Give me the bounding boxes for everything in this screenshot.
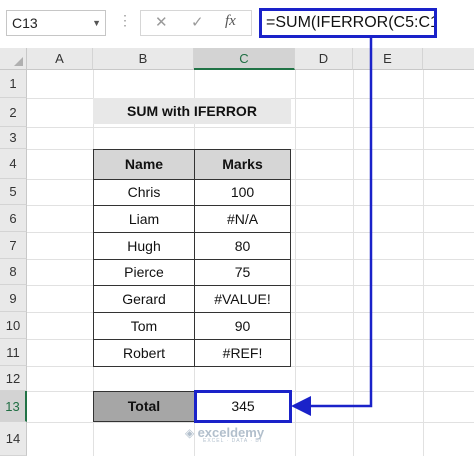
total-value-cell[interactable]: 345 xyxy=(194,390,292,423)
formula-text: =SUM(IFERROR(C5:C11,0)) xyxy=(266,14,437,31)
chevron-down-icon[interactable]: ▼ xyxy=(92,11,101,35)
table-cell-name[interactable]: Gerard xyxy=(93,285,195,313)
row-header-12[interactable]: 12 xyxy=(0,366,27,391)
column-header-a[interactable]: A xyxy=(27,48,93,70)
select-all-button[interactable] xyxy=(0,48,27,70)
name-box[interactable]: C13 ▼ xyxy=(6,10,106,36)
row-header-8[interactable]: 8 xyxy=(0,259,27,285)
table-cell-marks[interactable]: #N/A xyxy=(194,205,291,233)
total-label[interactable]: Total xyxy=(93,391,195,422)
row-header-6[interactable]: 6 xyxy=(0,205,27,232)
row-header-4[interactable]: 4 xyxy=(0,149,27,179)
table-cell-name[interactable]: Hugh xyxy=(93,232,195,260)
sheet-title[interactable]: SUM with IFERROR xyxy=(93,98,291,124)
table-cell-name[interactable]: Tom xyxy=(93,312,195,340)
row-header-11[interactable]: 11 xyxy=(0,339,27,366)
name-box-value: C13 xyxy=(12,15,38,31)
column-header-c[interactable]: C xyxy=(194,48,295,70)
table-cell-marks[interactable]: 100 xyxy=(194,179,291,206)
table-header-name[interactable]: Name xyxy=(93,149,195,180)
row-header-7[interactable]: 7 xyxy=(0,232,27,259)
table-cell-marks[interactable]: 90 xyxy=(194,312,291,340)
table-cell-marks[interactable]: 75 xyxy=(194,259,291,286)
watermark-logo: ◈ exceldemy EXCEL · DATA · BI xyxy=(185,425,264,444)
column-header-d[interactable]: D xyxy=(295,48,353,70)
row-header-14[interactable]: 14 xyxy=(0,422,27,456)
row-header-2[interactable]: 2 xyxy=(0,98,27,127)
table-cell-name[interactable]: Liam xyxy=(93,205,195,233)
formula-input[interactable]: =SUM(IFERROR(C5:C11,0)) xyxy=(259,8,437,38)
drag-handle-icon[interactable]: ⋮ xyxy=(118,12,132,29)
row-header-13[interactable]: 13 xyxy=(0,391,27,422)
watermark-tagline: EXCEL · DATA · BI xyxy=(203,438,263,444)
enter-check-icon[interactable]: ✓ xyxy=(191,13,204,31)
table-cell-marks[interactable]: #REF! xyxy=(194,339,291,367)
row-header-5[interactable]: 5 xyxy=(0,179,27,205)
row-header-9[interactable]: 9 xyxy=(0,285,27,312)
column-header-b[interactable]: B xyxy=(93,48,194,70)
insert-function-icon[interactable]: fx xyxy=(225,13,236,30)
table-header-marks[interactable]: Marks xyxy=(194,149,291,180)
formula-buttons: ✕ ✓ fx xyxy=(140,10,252,36)
formula-bar-area: C13 ▼ ⋮ ✕ ✓ fx =SUM(IFERROR(C5:C11,0)) xyxy=(0,0,474,48)
table-cell-name[interactable]: Robert xyxy=(93,339,195,367)
column-header-e[interactable]: E xyxy=(353,48,423,70)
table-cell-name[interactable]: Pierce xyxy=(93,259,195,286)
table-cell-marks[interactable]: #VALUE! xyxy=(194,285,291,313)
table-cell-marks[interactable]: 80 xyxy=(194,232,291,260)
row-header-1[interactable]: 1 xyxy=(0,70,27,98)
logo-icon: ◈ xyxy=(185,426,195,440)
cancel-icon[interactable]: ✕ xyxy=(155,13,168,31)
row-header-10[interactable]: 10 xyxy=(0,312,27,339)
column-header-f[interactable] xyxy=(423,48,474,70)
row-header-3[interactable]: 3 xyxy=(0,127,27,149)
table-cell-name[interactable]: Chris xyxy=(93,179,195,206)
